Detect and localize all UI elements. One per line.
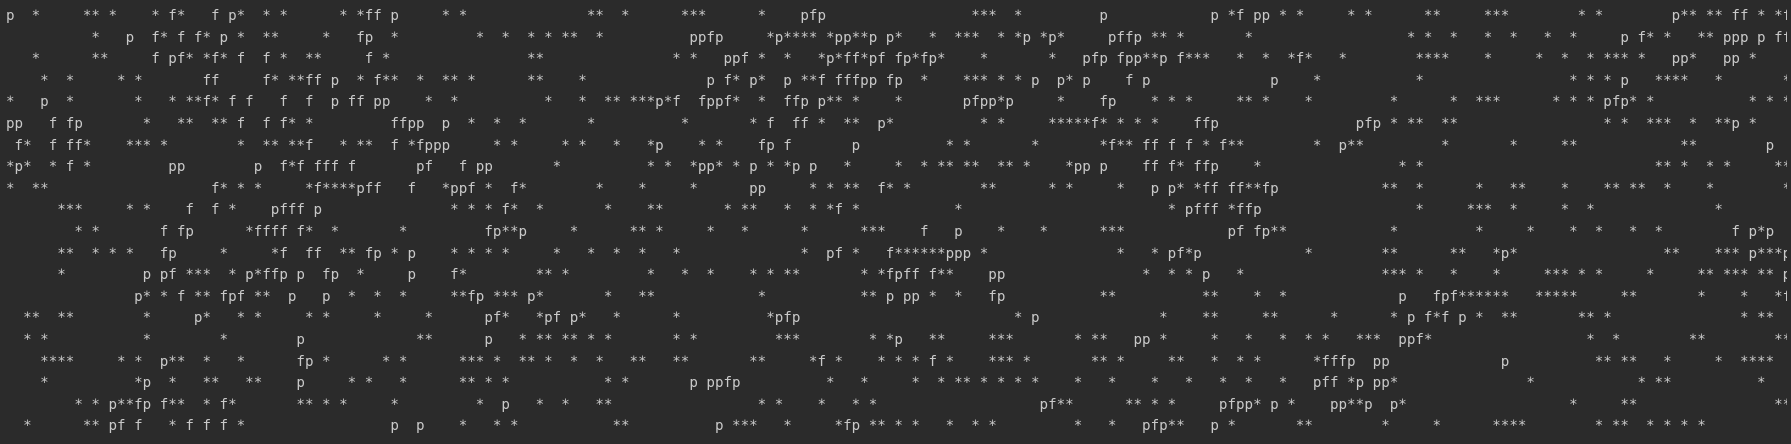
- terminal-line: pp f fp * ** ** f f f* * ffpp p * * * * …: [6, 115, 1758, 132]
- terminal-line: * p pf *** * p*ffp p fp * p f* ** * * * …: [57, 267, 1787, 284]
- terminal-line: * * * * ff f* **ff p * f** * ** * ** * p…: [6, 72, 1787, 89]
- terminal-line: * *p * ** ** p * * * ** * * * * p ppfp *…: [40, 375, 1766, 392]
- terminal-line: ** * * * fp * *f ff ** fp * p * * * * * …: [57, 245, 1787, 262]
- terminal-line: p* * f ** fpf ** p p * * * **fp *** p* *…: [134, 288, 1787, 305]
- terminal-line: *** * * f f * pfff p * * * f* * * ** * *…: [57, 202, 1723, 219]
- terminal-line: f* f ff* *** * * ** **f * ** f *fppp * *…: [14, 137, 1775, 154]
- terminal-line: * * f fp *ffff f* * * fp**p * ** * * * *…: [6, 223, 1787, 240]
- terminal-line: * ** pf f * f f f * p p * * * ** p *** *…: [23, 418, 1706, 435]
- terminal-line: ** ** * p* * * * * * * pf* *pf p* * * *p…: [23, 310, 1775, 327]
- terminal-line: **** * * p** * * fp * * * *** * ** * * *…: [40, 353, 1775, 370]
- terminal-line: * p * * * **f* f f f f p ff pp * * * * *…: [6, 94, 1787, 111]
- terminal-line: *p* * f * pp p f*f fff f pf f pp * * * *…: [6, 159, 1787, 176]
- terminal-line: * ** f* * * *f****pff f *ppf * f* * * * …: [6, 180, 1787, 197]
- terminal-line: * * p**fp f** * f* ** * * * * p * * ** *…: [74, 396, 1787, 413]
- terminal-line: * * * * p ** p * ** ** * * * * *** * *p …: [23, 331, 1787, 348]
- terminal-line: p * ** * * f* f p* * * * *ff p * * ** * …: [6, 8, 1787, 24]
- terminal-window[interactable]: p * ** * * f* f p* * * * *ff p * * ** * …: [0, 0, 1791, 444]
- terminal-line: * p f* f f* p * ** * fp * * * * * ** * p…: [6, 29, 1787, 46]
- terminal-screen[interactable]: p * ** * * f* f p* * * * *ff p * * ** * …: [6, 6, 1787, 444]
- terminal-line: * ** f pf* *f* f f * ** f * ** * * ppf *…: [6, 51, 1787, 68]
